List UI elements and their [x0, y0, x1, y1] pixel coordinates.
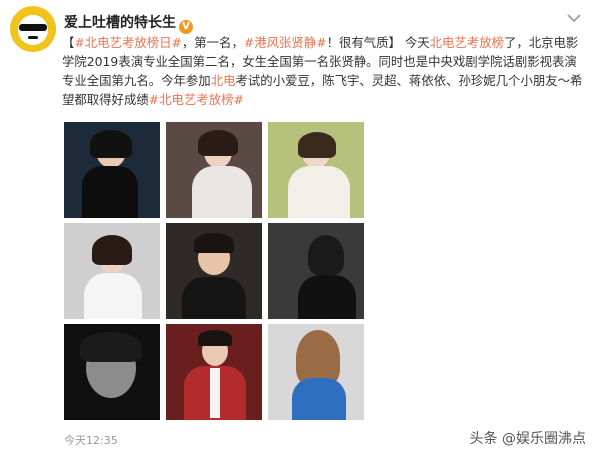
- photo-thumbnail[interactable]: [64, 223, 160, 319]
- photo-subject-hair: [198, 130, 238, 156]
- username-link[interactable]: 爱上吐槽的特长生: [64, 15, 176, 31]
- photo-thumbnail[interactable]: [268, 223, 364, 319]
- watermark: 头条 @娱乐圈沸点: [469, 431, 586, 447]
- username-line: 爱上吐槽的特长生 V: [64, 12, 193, 34]
- photo-subject-body: [192, 166, 252, 218]
- photo-subject-hair: [198, 330, 232, 346]
- photo-thumbnail[interactable]: [166, 223, 262, 319]
- verified-badge-icon: V: [179, 20, 193, 34]
- photo-grid: [64, 122, 366, 420]
- photo-subject-body: [182, 277, 246, 319]
- photo-subject-hair: [298, 132, 336, 158]
- photo-thumbnail[interactable]: [64, 122, 160, 218]
- photo-subject-body: [292, 378, 346, 420]
- avatar-mouth: [28, 36, 38, 39]
- photo-subject-hair: [308, 235, 344, 275]
- post-timestamp: 今天12:35: [64, 434, 118, 447]
- hashtag-link[interactable]: #北电艺考放榜日#: [74, 35, 182, 50]
- keyword-link[interactable]: 北电: [211, 73, 236, 88]
- photo-thumbnail[interactable]: [166, 324, 262, 420]
- post-text: 【#北电艺考放榜日#，第一名，#港风张贤静#！很有气质】 今天北电艺考放榜了，北…: [62, 33, 586, 109]
- text-segment: ！很有气质】 今天: [326, 35, 430, 50]
- avatar[interactable]: [10, 6, 56, 52]
- photo-thumbnail[interactable]: [268, 324, 364, 420]
- photo-thumbnail[interactable]: [268, 122, 364, 218]
- hashtag-link[interactable]: #港风张贤静#: [244, 35, 327, 50]
- text-prefix: 【: [62, 35, 75, 50]
- photo-subject-shirt: [210, 368, 220, 418]
- photo-subject-body: [84, 273, 142, 319]
- photo-subject-hair: [90, 130, 132, 158]
- photo-subject-hair: [194, 233, 234, 253]
- photo-thumbnail[interactable]: [166, 122, 262, 218]
- chevron-down-icon[interactable]: [566, 12, 582, 24]
- photo-subject-hair: [92, 235, 132, 265]
- photo-subject-body: [288, 166, 350, 218]
- photo-thumbnail[interactable]: [64, 324, 160, 420]
- text-segment: ，第一名，: [181, 35, 244, 50]
- hashtag-link[interactable]: #北电艺考放榜#: [149, 92, 244, 107]
- avatar-glasses: [19, 24, 47, 31]
- photo-subject-body: [298, 275, 356, 319]
- photo-subject-body: [82, 166, 138, 218]
- weibo-post: 爱上吐槽的特长生 V 【#北电艺考放榜日#，第一名，#港风张贤静#！很有气质】 今…: [0, 0, 600, 457]
- keyword-link[interactable]: 北电艺考放榜: [430, 35, 504, 50]
- photo-subject-hair: [80, 332, 142, 362]
